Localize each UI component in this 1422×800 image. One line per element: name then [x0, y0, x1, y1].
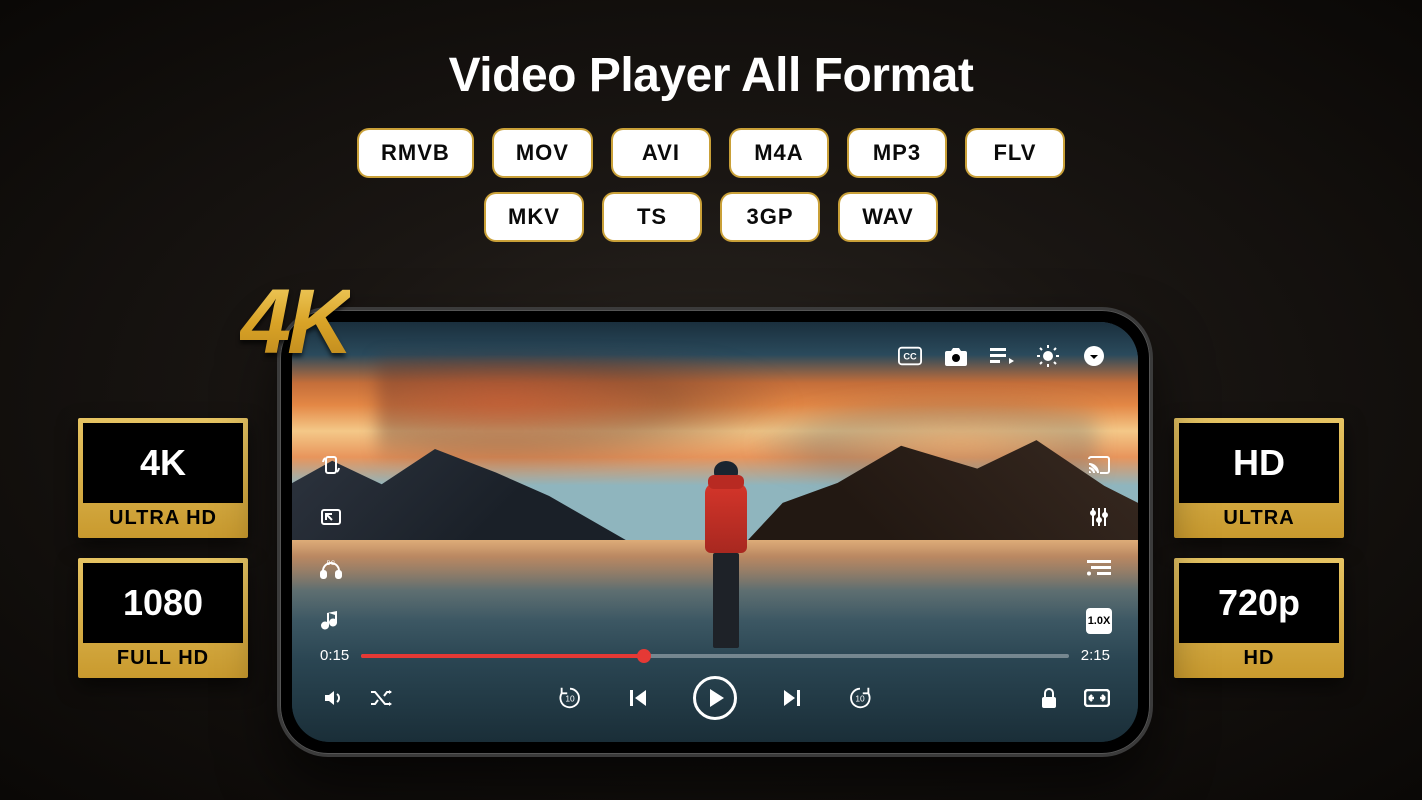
speed-badge[interactable]: 1.0X [1086, 608, 1112, 634]
play-icon [710, 689, 724, 707]
playlist-icon[interactable] [990, 344, 1014, 368]
cast-icon[interactable] [1086, 452, 1112, 478]
format-chip: 3GP [722, 194, 818, 240]
cc-icon[interactable]: CC [898, 344, 922, 368]
music-icon[interactable] [318, 608, 344, 634]
svg-text:10: 10 [855, 694, 865, 704]
right-controls: 1.0X [1086, 452, 1112, 634]
svg-text:CC: CC [903, 352, 917, 362]
background-audio-icon[interactable]: BG [318, 556, 344, 582]
formats-container: RMVB MOV AVI M4A MP3 FLV MKV TS 3GP WAV [0, 130, 1422, 240]
rewind-10-icon[interactable]: 10 [557, 685, 583, 711]
next-icon[interactable] [779, 685, 805, 711]
pip-icon[interactable] [318, 504, 344, 530]
badge-4k-ultrahd: 4K ULTRA HD [78, 418, 248, 538]
volume-icon[interactable] [320, 685, 346, 711]
format-chip: MP3 [849, 130, 945, 176]
format-row-2: MKV TS 3GP WAV [486, 194, 936, 240]
badge-1080-fullhd: 1080 FULL HD [78, 558, 248, 678]
camera-icon[interactable] [944, 344, 968, 368]
play-button[interactable] [693, 676, 737, 720]
lock-icon[interactable] [1036, 685, 1062, 711]
badge-value: HD [1179, 423, 1339, 503]
fullscreen-icon[interactable] [1084, 685, 1110, 711]
badge-sub: FULL HD [83, 647, 243, 670]
queue-icon[interactable] [1086, 556, 1112, 582]
previous-icon[interactable] [625, 685, 651, 711]
4k-logo: 4K [240, 270, 350, 375]
top-toolbar: CC [898, 344, 1106, 368]
badge-sub: ULTRA HD [83, 507, 243, 530]
format-chip: M4A [731, 130, 827, 176]
duration-time: 2:15 [1081, 647, 1110, 664]
phone-mockup: CC BG 1.0X 0:15 2:15 [280, 310, 1150, 754]
equalizer-icon[interactable] [1086, 504, 1112, 530]
brightness-icon[interactable] [1036, 344, 1060, 368]
progress-bar[interactable] [361, 654, 1069, 658]
svg-text:10: 10 [565, 694, 575, 704]
badge-value: 4K [83, 423, 243, 503]
format-chip: MKV [486, 194, 582, 240]
format-chip: WAV [840, 194, 936, 240]
rotate-icon[interactable] [318, 452, 344, 478]
page-title: Video Player All Format [0, 48, 1422, 103]
format-row-1: RMVB MOV AVI M4A MP3 FLV [359, 130, 1063, 176]
collapse-icon[interactable] [1082, 344, 1106, 368]
badge-sub: ULTRA [1179, 507, 1339, 530]
badge-value: 1080 [83, 563, 243, 643]
badge-hd-ultra: HD ULTRA [1174, 418, 1344, 538]
format-chip: MOV [494, 130, 591, 176]
bottom-controls: 10 10 [320, 676, 1110, 720]
badge-720p-hd: 720p HD [1174, 558, 1344, 678]
format-chip: FLV [967, 130, 1063, 176]
format-chip: RMVB [359, 130, 472, 176]
progress-row: 0:15 2:15 [320, 647, 1110, 664]
badge-value: 720p [1179, 563, 1339, 643]
elapsed-time: 0:15 [320, 647, 349, 664]
video-frame: CC BG 1.0X 0:15 2:15 [292, 322, 1138, 742]
forward-10-icon[interactable]: 10 [847, 685, 873, 711]
format-chip: AVI [613, 130, 709, 176]
badge-sub: HD [1179, 647, 1339, 670]
shuffle-icon[interactable] [368, 685, 394, 711]
left-controls: BG [318, 452, 344, 634]
video-subject [702, 461, 750, 671]
svg-text:BG: BG [327, 561, 336, 567]
format-chip: TS [604, 194, 700, 240]
